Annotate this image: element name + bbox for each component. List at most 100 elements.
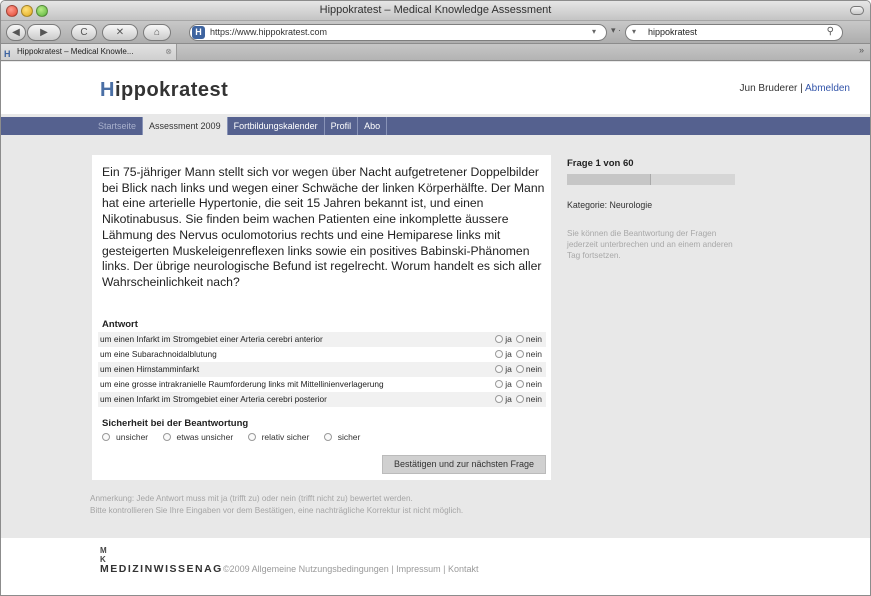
resume-note: Sie können die Beantwortung der Fragen j… [567, 229, 733, 260]
page-content: Hippokratest Jun Bruderer | Abmelden Sta… [1, 62, 870, 595]
question-panel: Ein 75-jähriger Mann stellt sich vor weg… [92, 155, 551, 480]
no-label: nein [525, 349, 542, 359]
reload-icon: C [80, 27, 88, 38]
snapback-icon[interactable]: ▾ · [611, 25, 621, 36]
answer-yes-radio[interactable] [495, 335, 504, 343]
yes-label: ja [505, 379, 512, 389]
nav-item-abo[interactable]: Abo [358, 117, 388, 135]
answer-yes-radio[interactable] [495, 350, 504, 358]
footer-brand: MEDIZINWISSENAG [100, 563, 223, 575]
toolbar-toggle-button[interactable] [850, 6, 864, 15]
answer-no-radio[interactable] [515, 380, 524, 388]
site-footer: M K MEDIZINWISSENAG ©2009 Allgemeine Nut… [1, 538, 870, 595]
stop-button[interactable]: ✕ [102, 24, 138, 41]
user-name: Jun Bruderer [739, 83, 798, 94]
certainty-label: relativ sicher [261, 432, 310, 442]
answer-no-radio[interactable] [515, 335, 524, 343]
certainty-option[interactable]: sicher [323, 432, 367, 442]
answer-row: um einen Hirnstamminfarkt ja nein [98, 362, 546, 377]
logout-link[interactable]: Abmelden [805, 83, 850, 94]
answer-choices: ja nein [491, 332, 542, 347]
tab-hippokratest[interactable]: H Hippokratest – Medical Knowle... ⊗ [1, 44, 177, 60]
tab-close-icon[interactable]: ⊗ [165, 44, 172, 60]
answer-choices: ja nein [491, 362, 542, 377]
certainty-label: sicher [337, 432, 361, 442]
progress-fill [567, 174, 651, 185]
remark-line-1: Anmerkung: Jede Antwort muss mit ja (tri… [90, 494, 413, 503]
category-label: Kategorie: Neurologie [567, 200, 653, 210]
tab-label: Hippokratest – Medical Knowle... [17, 47, 134, 56]
site-favicon-icon: H [192, 26, 205, 39]
yes-label: ja [505, 334, 512, 344]
browser-toolbar: ◀ ▶ C ✕ ⌂ H https://www.hippokratest.com… [1, 21, 870, 44]
answer-row: um einen Infarkt im Stromgebiet einer Ar… [98, 392, 546, 407]
answer-yes-radio[interactable] [495, 380, 504, 388]
search-icon[interactable]: ⚲ [827, 26, 834, 37]
stop-icon: ✕ [115, 27, 125, 38]
main-navigation: Startseite Assessment 2009 Fortbildungsk… [1, 117, 870, 135]
no-label: nein [525, 334, 542, 344]
logo-h: H [100, 79, 115, 101]
answer-row: um eine Subarachnoidalblutung ja nein [98, 347, 546, 362]
search-engine-icon[interactable]: ▾ [632, 27, 636, 36]
mk-logo: M K [100, 546, 107, 564]
answer-choices: ja nein [491, 347, 542, 362]
answer-no-radio[interactable] [515, 350, 524, 358]
footer-links[interactable]: ©2009 Allgemeine Nutzungsbedingungen | I… [223, 564, 478, 574]
certainty-label: unsicher [116, 432, 149, 442]
forward-icon: ▶ [40, 27, 48, 38]
chevron-down-icon[interactable]: ▾ [592, 27, 596, 36]
certainty-radio[interactable] [247, 433, 256, 441]
home-icon: ⌂ [153, 27, 161, 38]
answer-yes-radio[interactable] [495, 395, 504, 403]
logo-text: ippokratest [114, 79, 229, 101]
certainty-option[interactable]: relativ sicher [247, 432, 316, 442]
tab-bar: H Hippokratest – Medical Knowle... ⊗ » [1, 44, 870, 61]
tab-overflow-icon[interactable]: » [859, 45, 864, 55]
certainty-option[interactable]: unsicher [102, 432, 154, 442]
confirm-next-button[interactable]: Bestätigen und zur nächsten Frage [382, 455, 546, 474]
answer-yes-radio[interactable] [495, 365, 504, 373]
search-box[interactable]: ▾ ⚲ [625, 24, 843, 41]
certainty-option[interactable]: etwas unsicher [162, 432, 240, 442]
window-title: Hippokratest – Medical Knowledge Assessm… [319, 4, 552, 16]
title-bar: Hippokratest – Medical Knowledge Assessm… [1, 1, 870, 21]
question-counter: Frage 1 von 60 [567, 158, 634, 169]
question-text: Ein 75-jähriger Mann stellt sich vor weg… [102, 165, 545, 289]
answer-label: um eine Subarachnoidalblutung [100, 349, 217, 359]
site-logo[interactable]: Hippokratest [100, 79, 228, 102]
answers-heading: Antwort [102, 319, 138, 330]
yes-label: ja [505, 364, 512, 374]
nav-item-startseite[interactable]: Startseite [92, 117, 144, 135]
address-bar[interactable]: H https://www.hippokratest.com ▾ [189, 24, 607, 41]
back-icon: ◀ [12, 27, 20, 38]
nav-item-assessment[interactable]: Assessment 2009 [143, 117, 228, 135]
answer-row: um einen Infarkt im Stromgebiet einer Ar… [98, 332, 546, 347]
search-input[interactable] [648, 27, 808, 37]
nav-item-fortbildungskalender[interactable]: Fortbildungskalender [228, 117, 325, 135]
certainty-label: etwas unsicher [176, 432, 234, 442]
remark-line-2: Bitte kontrollieren Sie Ihre Eingaben vo… [90, 506, 464, 515]
site-header: Hippokratest Jun Bruderer | Abmelden [1, 62, 870, 114]
certainty-options: unsicher etwas unsicher relativ sicher s… [102, 432, 372, 442]
certainty-heading: Sicherheit bei der Beantwortung [102, 418, 249, 429]
no-label: nein [525, 364, 542, 374]
home-button[interactable]: ⌂ [143, 24, 171, 41]
answer-label: um eine grosse intrakranielle Raumforder… [100, 379, 384, 389]
address-url[interactable]: https://www.hippokratest.com [210, 27, 327, 37]
certainty-radio[interactable] [102, 433, 110, 441]
no-label: nein [525, 394, 542, 404]
certainty-radio[interactable] [162, 433, 171, 441]
no-label: nein [525, 379, 542, 389]
reload-button[interactable]: C [71, 24, 97, 41]
certainty-radio[interactable] [323, 433, 332, 441]
forward-button[interactable]: ▶ [27, 24, 61, 41]
answer-no-radio[interactable] [515, 365, 524, 373]
nav-item-profil[interactable]: Profil [325, 117, 359, 135]
answer-remark: Anmerkung: Jede Antwort muss mit ja (tri… [90, 493, 570, 517]
answer-no-radio[interactable] [515, 395, 524, 403]
answer-row: um eine grosse intrakranielle Raumforder… [98, 377, 546, 392]
answer-label: um einen Infarkt im Stromgebiet einer Ar… [100, 394, 327, 404]
answer-choices: ja nein [491, 377, 542, 392]
back-button[interactable]: ◀ [6, 24, 26, 41]
